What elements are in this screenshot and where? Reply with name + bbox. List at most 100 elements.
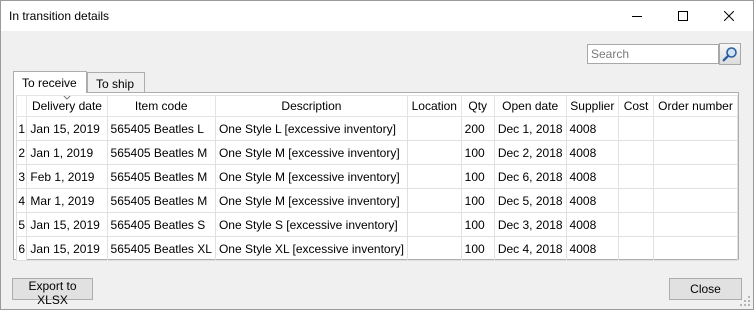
column-header-label: Location xyxy=(411,99,457,113)
row-number: 5 xyxy=(15,212,28,237)
cell-open-date[interactable]: Dec 1, 2018 xyxy=(493,116,567,141)
cell-item-code[interactable]: 565405 Beatles L xyxy=(106,116,216,141)
cell-description[interactable]: One Style S [excessive inventory] xyxy=(214,212,408,237)
resize-grip-icon[interactable] xyxy=(740,296,751,307)
cell-location[interactable] xyxy=(406,116,462,141)
cell-description[interactable]: One Style L [excessive inventory] xyxy=(214,116,408,141)
maximize-button[interactable] xyxy=(660,1,706,31)
cell-order-number[interactable] xyxy=(653,188,738,213)
cell-cost[interactable] xyxy=(618,116,655,141)
cell-open-date[interactable]: Dec 5, 2018 xyxy=(493,188,567,213)
cell-description[interactable]: One Style M [excessive inventory] xyxy=(214,140,408,165)
cell-delivery-date[interactable]: Feb 1, 2019 xyxy=(26,164,108,189)
cell-qty[interactable]: 100 xyxy=(460,188,495,213)
cell-order-number[interactable] xyxy=(653,164,738,189)
cell-item-code[interactable]: 565405 Beatles M xyxy=(106,164,216,189)
cell-supplier[interactable]: 4008 xyxy=(565,116,620,141)
cell-open-date[interactable]: Dec 3, 2018 xyxy=(493,212,567,237)
minimize-button[interactable] xyxy=(614,1,660,31)
tab-to-receive[interactable]: To receive xyxy=(13,71,87,93)
minimize-icon xyxy=(632,16,642,17)
cell-order-number[interactable] xyxy=(653,212,738,237)
column-header-label: Delivery date xyxy=(31,99,102,113)
column-header-supplier[interactable]: Supplier xyxy=(565,95,620,117)
tab-panel-to-receive: Delivery date Item code Description Loca… xyxy=(13,92,739,261)
row-number: 4 xyxy=(15,188,28,213)
cell-order-number[interactable] xyxy=(653,140,738,165)
close-button[interactable]: Close xyxy=(669,278,742,300)
cell-location[interactable] xyxy=(406,164,462,189)
cell-cost[interactable] xyxy=(618,164,655,189)
cell-delivery-date[interactable]: Jan 1, 2019 xyxy=(26,140,108,165)
cell-location[interactable] xyxy=(406,212,462,237)
cell-item-code[interactable]: 565405 Beatles M xyxy=(106,140,216,165)
column-header-label: Description xyxy=(281,99,342,113)
cell-cost[interactable] xyxy=(618,236,655,261)
search-button[interactable] xyxy=(719,43,741,65)
cell-qty[interactable]: 100 xyxy=(460,236,495,261)
column-header-open-date[interactable]: Open date xyxy=(493,95,567,117)
column-header-label: Open date xyxy=(502,99,559,113)
table-row[interactable]: 2 Jan 1, 2019 565405 Beatles M One Style M … xyxy=(15,140,738,165)
export-to-xlsx-button[interactable]: Export to XLSX xyxy=(12,278,93,307)
cell-supplier[interactable]: 4008 xyxy=(565,140,620,165)
column-header-label: Qty xyxy=(468,99,488,113)
table-row[interactable]: 5 Jan 15, 2019 565405 Beatles S One Style S… xyxy=(15,212,738,237)
column-header-location[interactable]: Location xyxy=(406,95,462,117)
cell-item-code[interactable]: 565405 Beatles S xyxy=(106,212,216,237)
cell-delivery-date[interactable]: Jan 15, 2019 xyxy=(26,212,108,237)
search-icon xyxy=(722,47,737,62)
cell-qty[interactable]: 200 xyxy=(460,116,495,141)
cell-item-code[interactable]: 565405 Beatles XL xyxy=(106,236,216,261)
cell-location[interactable] xyxy=(406,188,462,213)
column-header-description[interactable]: Description xyxy=(214,95,408,117)
column-header-qty[interactable]: Qty xyxy=(460,95,495,117)
row-number: 1 xyxy=(15,116,28,141)
close-icon xyxy=(724,11,734,21)
cell-qty[interactable]: 100 xyxy=(460,212,495,237)
cell-qty[interactable]: 100 xyxy=(460,140,495,165)
cell-supplier[interactable]: 4008 xyxy=(565,236,620,261)
cell-description[interactable]: One Style M [excessive inventory] xyxy=(214,164,408,189)
in-transition-details-window: In transition details To receive To ship xyxy=(0,0,754,310)
cell-delivery-date[interactable]: Jan 15, 2019 xyxy=(26,116,108,141)
cell-open-date[interactable]: Dec 2, 2018 xyxy=(493,140,567,165)
sort-descending-icon xyxy=(63,96,71,100)
cell-location[interactable] xyxy=(406,236,462,261)
tab-to-ship[interactable]: To ship xyxy=(87,72,145,93)
row-number: 6 xyxy=(15,236,28,261)
column-header-cost[interactable]: Cost xyxy=(618,95,655,117)
cell-item-code[interactable]: 565405 Beatles M xyxy=(106,188,216,213)
cell-location[interactable] xyxy=(406,140,462,165)
cell-delivery-date[interactable]: Jan 15, 2019 xyxy=(26,236,108,261)
column-header-order-number[interactable]: Order number xyxy=(653,95,738,117)
cell-supplier[interactable]: 4008 xyxy=(565,188,620,213)
close-window-button[interactable] xyxy=(706,1,752,31)
search-input[interactable] xyxy=(587,44,719,64)
cell-delivery-date[interactable]: Mar 1, 2019 xyxy=(26,188,108,213)
table-row[interactable]: 4 Mar 1, 2019 565405 Beatles M One Style M … xyxy=(15,188,738,213)
column-header-item-code[interactable]: Item code xyxy=(106,95,216,117)
cell-cost[interactable] xyxy=(618,212,655,237)
row-number: 3 xyxy=(15,164,28,189)
cell-qty[interactable]: 100 xyxy=(460,164,495,189)
cell-cost[interactable] xyxy=(618,188,655,213)
column-header-delivery-date[interactable]: Delivery date xyxy=(26,95,108,117)
cell-supplier[interactable]: 4008 xyxy=(565,164,620,189)
table-row[interactable]: 1 Jan 15, 2019 565405 Beatles L One Style L… xyxy=(15,116,738,141)
cell-description[interactable]: One Style XL [excessive inventory] xyxy=(214,236,408,261)
cell-open-date[interactable]: Dec 6, 2018 xyxy=(493,164,567,189)
cell-supplier[interactable]: 4008 xyxy=(565,212,620,237)
cell-order-number[interactable] xyxy=(653,116,738,141)
title-bar[interactable]: In transition details xyxy=(1,1,753,31)
column-header-label: Item code xyxy=(134,99,188,113)
table-row[interactable]: 3 Feb 1, 2019 565405 Beatles M One Style M … xyxy=(15,164,738,189)
cell-cost[interactable] xyxy=(618,140,655,165)
cell-order-number[interactable] xyxy=(653,236,738,261)
row-number: 2 xyxy=(15,140,28,165)
grid-header-row: Delivery date Item code Description Loca… xyxy=(15,95,738,117)
table-row[interactable]: 6 Jan 15, 2019 565405 Beatles XL One Style … xyxy=(15,236,738,261)
cell-open-date[interactable]: Dec 4, 2018 xyxy=(493,236,567,261)
cell-description[interactable]: One Style M [excessive inventory] xyxy=(214,188,408,213)
row-number-header xyxy=(15,95,28,117)
